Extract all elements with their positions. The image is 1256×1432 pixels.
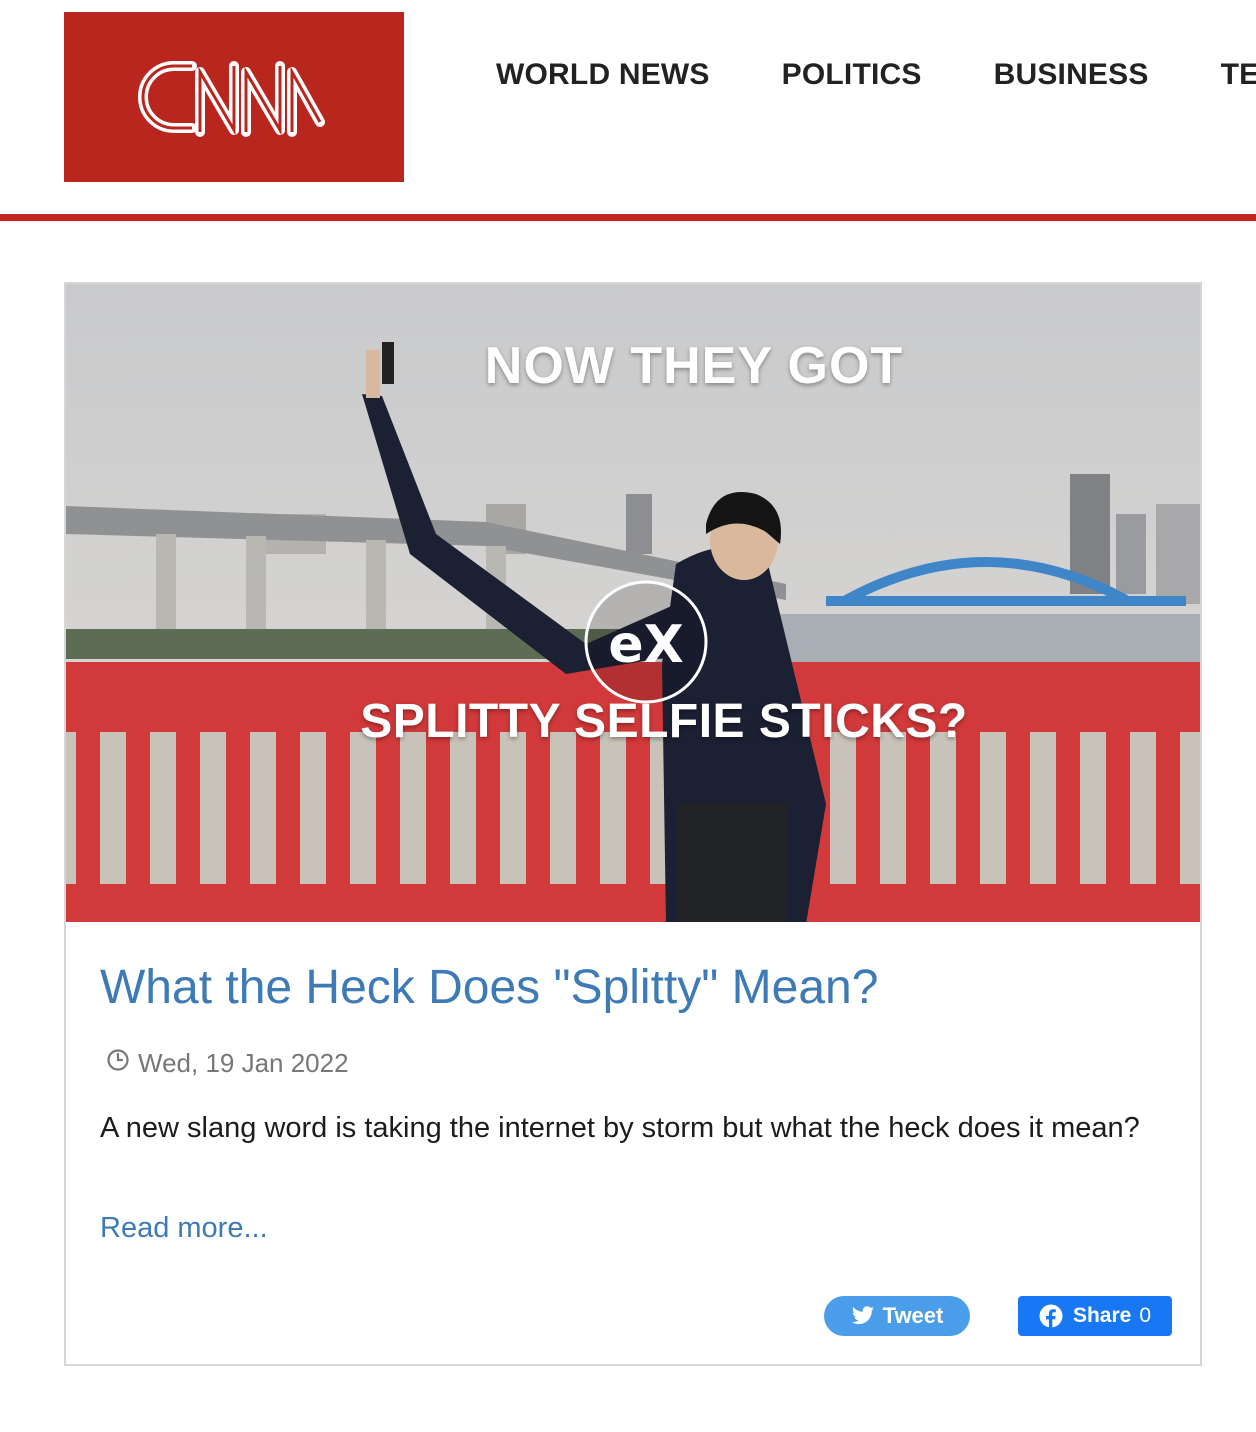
nav-politics[interactable]: POLITICS [782, 58, 922, 102]
article-summary: A new slang word is taking the internet … [100, 1112, 1140, 1144]
share-count: 0 [1139, 1304, 1152, 1327]
share-label: Share [1072, 1304, 1132, 1327]
article-image[interactable]: eX NOW THEY GOT SPLITTY SELFIE STICKS? [66, 284, 1200, 922]
tweet-button[interactable]: Tweet [824, 1296, 970, 1336]
nav-business[interactable]: BUSINESS [994, 58, 1149, 102]
facebook-icon [1039, 1304, 1063, 1328]
site-header: WORLD NEWS POLITICS BUSINESS TECH [0, 0, 1256, 222]
cnn-logo[interactable] [64, 12, 404, 182]
cnn-logo-icon [138, 61, 325, 137]
article-title[interactable]: What the Heck Does "Splitty" Mean? [100, 960, 878, 1015]
tweet-label: Tweet [882, 1303, 944, 1328]
read-more-link[interactable]: Read more... [100, 1212, 268, 1245]
article-date: Wed, 19 Jan 2022 [106, 1048, 349, 1079]
date-text: Wed, 19 Jan 2022 [138, 1048, 349, 1078]
image-overlay-bottom: SPLITTY SELFIE STICKS? [360, 695, 968, 748]
twitter-bird-icon [851, 1306, 875, 1326]
header-divider [0, 214, 1256, 221]
nav-world-news[interactable]: WORLD NEWS [496, 58, 710, 102]
main-nav: WORLD NEWS POLITICS BUSINESS TECH [460, 58, 1256, 102]
facebook-share-button[interactable]: Share 0 [1018, 1296, 1172, 1336]
clock-icon [106, 1048, 130, 1079]
image-overlay-top: NOW THEY GOT [484, 337, 904, 395]
nav-tech[interactable]: TECH [1221, 58, 1256, 102]
article-card: eX NOW THEY GOT SPLITTY SELFIE STICKS? W… [64, 282, 1202, 1366]
svg-text:eX: eX [608, 615, 683, 675]
